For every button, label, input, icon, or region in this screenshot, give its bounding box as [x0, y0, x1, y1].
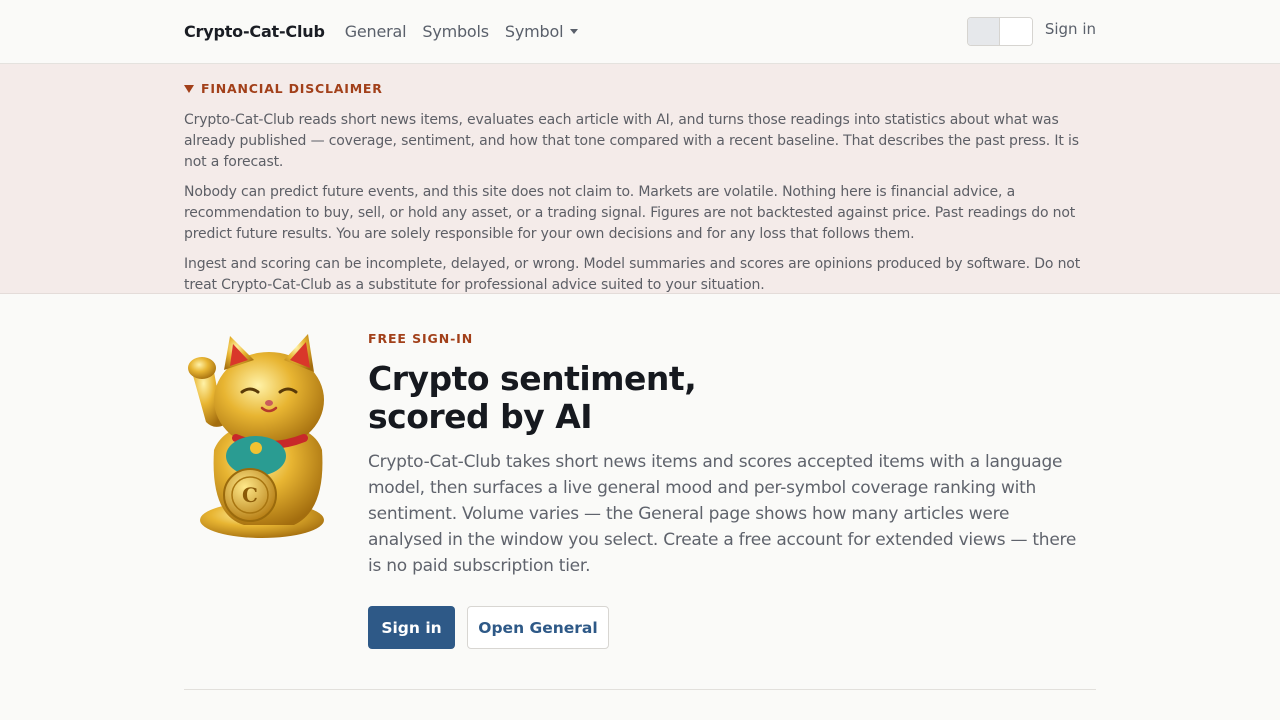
- disclaimer-inner: FINANCIAL DISCLAIMER Crypto-Cat-Club rea…: [184, 81, 1096, 305]
- nav-link-symbols[interactable]: Symbols: [422, 22, 489, 41]
- disclaimer-paragraph: Crypto-Cat-Club reads short news items, …: [184, 112, 1079, 170]
- disclaimer-paragraph: Ingest and scoring can be incomplete, de…: [184, 256, 1081, 293]
- financial-disclaimer: FINANCIAL DISCLAIMER Crypto-Cat-Club rea…: [0, 64, 1280, 294]
- hero-title-line-2: scored by AI: [368, 397, 593, 436]
- triangle-down-icon: [184, 84, 194, 93]
- hero-title: Crypto sentiment, scored by AI: [368, 360, 1078, 436]
- nav-dropdown-symbol-label: Symbol: [504, 22, 564, 41]
- hero-description: Crypto-Cat-Club takes short news items a…: [368, 452, 1077, 576]
- nav-sign-in-link[interactable]: Sign in: [1045, 20, 1096, 38]
- theme-toggle-light-option[interactable]: [999, 18, 1032, 45]
- hero-actions: Sign in Open General: [368, 606, 609, 649]
- open-general-button[interactable]: Open General: [467, 606, 609, 649]
- lucky-cat-icon: C: [188, 334, 324, 538]
- theme-toggle[interactable]: [966, 17, 1033, 46]
- theme-toggle-dark-option[interactable]: [967, 18, 1000, 45]
- nav-dropdown-symbol[interactable]: Symbol: [504, 22, 579, 41]
- hero-title-line-1: Crypto sentiment,: [368, 359, 697, 398]
- nav-link-general[interactable]: General: [345, 22, 407, 41]
- svg-text:C: C: [242, 483, 258, 507]
- disclaimer-title: FINANCIAL DISCLAIMER: [201, 81, 383, 96]
- hero-text: FREE SIGN-IN Crypto sentiment, scored by …: [368, 331, 1078, 579]
- caret-down-icon: [570, 29, 579, 34]
- navbar-inner: Crypto-Cat-Club General Symbols Symbol S…: [184, 0, 1096, 63]
- disclaimer-toggle[interactable]: FINANCIAL DISCLAIMER: [184, 81, 1096, 96]
- hero-eyebrow: FREE SIGN-IN: [368, 331, 474, 346]
- nav-right: Sign in: [966, 17, 1096, 46]
- section-divider: [184, 689, 1096, 690]
- sign-in-button[interactable]: Sign in: [368, 606, 455, 649]
- top-navbar: Crypto-Cat-Club General Symbols Symbol S…: [0, 0, 1280, 64]
- brand-link[interactable]: Crypto-Cat-Club: [184, 22, 325, 41]
- disclaimer-paragraph: Nobody can predict future events, and th…: [184, 184, 1076, 242]
